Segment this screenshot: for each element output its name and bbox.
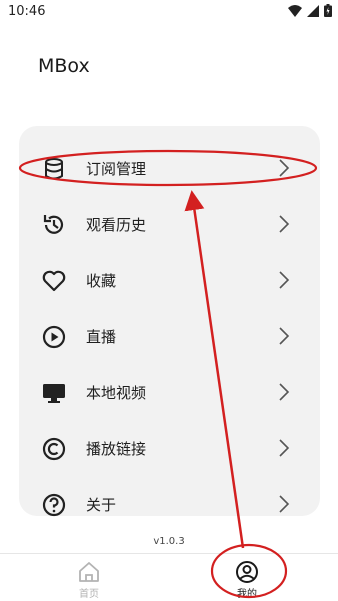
- app-title: MBox: [38, 55, 90, 77]
- monitor-icon: [43, 384, 65, 403]
- menu-item-subscriptions[interactable]: 订阅管理: [19, 148, 320, 188]
- menu-item-label: 本地视频: [86, 384, 147, 402]
- menu-item-about[interactable]: 关于: [19, 484, 320, 524]
- menu-item-label: 订阅管理: [86, 160, 147, 178]
- play-circle-icon: [42, 325, 66, 349]
- menu-card: 订阅管理 观看历史 收藏 直播 本地视频 播放链接 关于: [19, 126, 320, 517]
- menu-item-label: 观看历史: [86, 216, 147, 234]
- help-circle-icon: [42, 493, 66, 517]
- chevron-right-icon: [279, 159, 290, 177]
- battery-icon: [324, 4, 332, 17]
- user-circle-icon: [236, 561, 258, 583]
- menu-item-play-link[interactable]: 播放链接: [19, 428, 320, 468]
- bottom-nav: 首页 我的: [0, 553, 338, 601]
- menu-item-label: 收藏: [86, 272, 117, 290]
- menu-item-local-video[interactable]: 本地视频: [19, 372, 320, 412]
- chevron-right-icon: [279, 383, 290, 401]
- tab-mine-label: 我的: [237, 589, 257, 600]
- menu-item-label: 关于: [86, 496, 117, 514]
- home-icon: [79, 562, 99, 582]
- menu-item-favorites[interactable]: 收藏: [19, 260, 320, 300]
- status-icons: [288, 4, 332, 17]
- menu-item-label: 直播: [86, 328, 117, 346]
- status-bar: 10:46: [0, 0, 338, 24]
- database-icon: [45, 158, 63, 180]
- chevron-right-icon: [279, 327, 290, 345]
- menu-item-label: 播放链接: [86, 440, 147, 458]
- status-time: 10:46: [8, 4, 46, 19]
- menu-item-history[interactable]: 观看历史: [19, 204, 320, 244]
- chevron-right-icon: [279, 439, 290, 457]
- menu-item-live[interactable]: 直播: [19, 316, 320, 356]
- wifi-icon: [288, 4, 302, 17]
- tab-home[interactable]: 首页: [59, 556, 119, 601]
- copyright-icon: [42, 437, 66, 461]
- app-version: v1.0.3: [153, 536, 185, 547]
- chevron-right-icon: [279, 495, 290, 513]
- tab-mine[interactable]: 我的: [217, 556, 277, 601]
- tab-home-label: 首页: [79, 589, 99, 600]
- signal-icon: [307, 4, 319, 17]
- chevron-right-icon: [279, 215, 290, 233]
- heart-icon: [42, 270, 66, 292]
- chevron-right-icon: [279, 271, 290, 289]
- history-icon: [43, 215, 64, 234]
